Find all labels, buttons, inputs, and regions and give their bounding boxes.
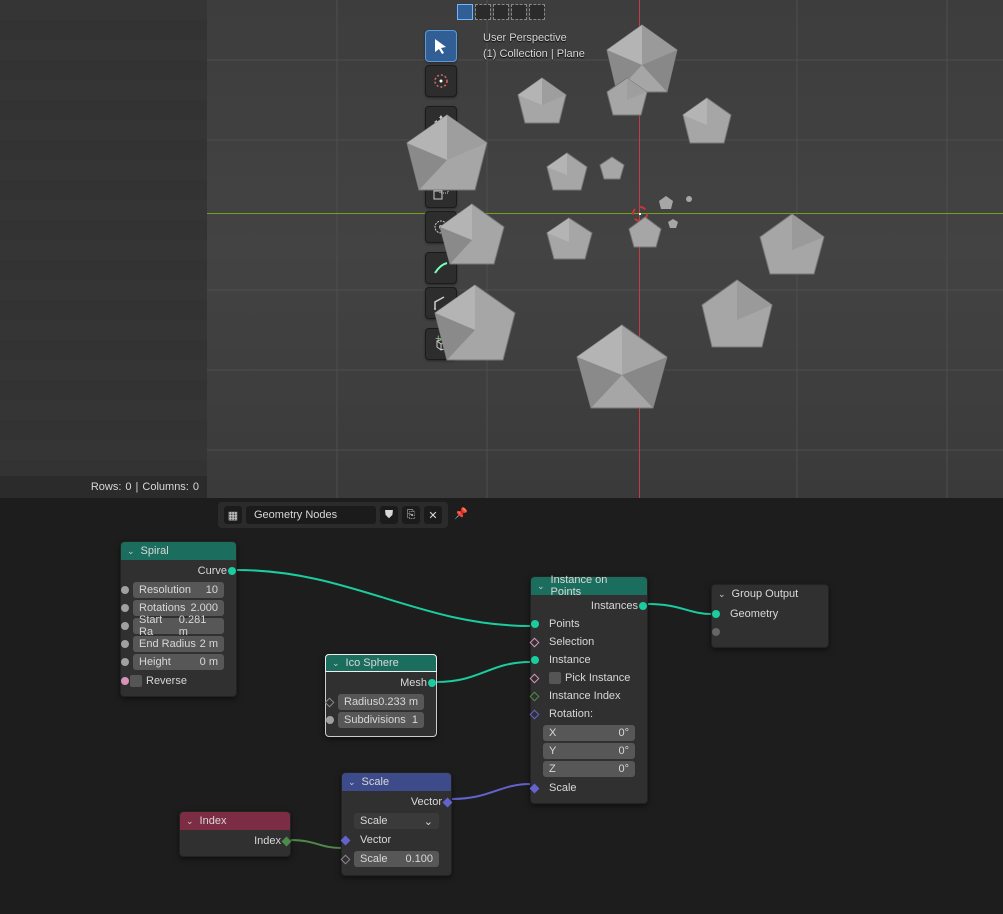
node-spiral[interactable]: ⌄Spiral Curve Resolution10 Rotations2.00… <box>120 541 237 697</box>
node-editor[interactable]: ▦ Geometry Nodes ⛊ ⎘ ✕ 📌 ⌄Spiral Curve R… <box>0 498 1003 914</box>
icosphere-mesh <box>542 150 592 200</box>
icosphere-mesh <box>677 95 737 155</box>
field-resolution[interactable]: Resolution10 <box>133 582 224 598</box>
node-scale[interactable]: ⌄Scale Vector Scale⌄ Vector Scale0.100 <box>341 772 452 876</box>
node-header: ⌄Index <box>180 812 290 830</box>
mode-3-icon[interactable] <box>493 4 509 20</box>
select-tool[interactable] <box>425 30 457 62</box>
mode-2-icon[interactable] <box>475 4 491 20</box>
icosphere-mesh <box>685 195 693 203</box>
browse-nodetree-icon[interactable]: ▦ <box>224 506 242 524</box>
field-start-radius[interactable]: Start Ra0.281 m <box>133 618 224 634</box>
icosphere-mesh <box>597 155 627 185</box>
icosphere-mesh <box>432 200 512 280</box>
pin-icon[interactable]: 📌 <box>454 507 468 520</box>
field-height[interactable]: Height0 m <box>133 654 224 670</box>
view-object-path: (1) Collection | Plane <box>483 46 585 62</box>
icosphere-mesh <box>425 280 525 380</box>
node-header: ⌄Group Output <box>712 585 828 603</box>
icosphere-mesh <box>567 320 677 430</box>
node-header: ⌄Scale <box>342 773 451 791</box>
icosphere-mesh <box>397 110 497 210</box>
node-header: ⌄Ico Sphere <box>325 654 437 672</box>
mode-5-icon[interactable] <box>529 4 545 20</box>
icosphere-mesh <box>602 75 652 125</box>
cursor-tool[interactable] <box>425 65 457 97</box>
unlink-icon[interactable]: ✕ <box>424 506 442 524</box>
mode-1-icon[interactable] <box>457 4 473 20</box>
field-scale[interactable]: Scale0.100 <box>354 851 439 867</box>
icosphere-mesh <box>542 215 597 270</box>
icosphere-mesh <box>752 210 832 290</box>
select-mode[interactable]: Scale⌄ <box>354 813 439 829</box>
cols-value: 0 <box>193 481 199 493</box>
mode-4-icon[interactable] <box>511 4 527 20</box>
icosphere-mesh <box>512 75 572 135</box>
icosphere-mesh <box>667 218 679 230</box>
selection-mode-toggles <box>457 4 545 20</box>
cols-label: Columns: <box>142 481 188 493</box>
icosphere-mesh <box>625 215 665 255</box>
node-ico-sphere[interactable]: ⌄Ico Sphere Mesh Radius0.233 m Subdivisi… <box>325 654 437 737</box>
nodetree-name[interactable]: Geometry Nodes <box>246 506 376 524</box>
status-bar: Rows: 0 | Columns: 0 <box>0 476 207 498</box>
field-end-radius[interactable]: End Radius2 m <box>133 636 224 652</box>
field-subdivisions[interactable]: Subdivisions1 <box>338 712 424 728</box>
checkbox-reverse[interactable]: Reverse <box>125 672 232 690</box>
x-axis <box>207 213 1003 214</box>
node-header: ⌄Instance on Points <box>531 577 647 595</box>
node-group-output[interactable]: ⌄Group Output Geometry <box>711 584 829 648</box>
node-editor-header: ▦ Geometry Nodes ⛊ ⎘ ✕ <box>218 502 448 528</box>
node-index[interactable]: ⌄Index Index <box>179 811 291 857</box>
viewport-info: User Perspective (1) Collection | Plane <box>483 30 585 62</box>
3d-viewport[interactable]: User Perspective (1) Collection | Plane … <box>207 0 1003 498</box>
view-perspective: User Perspective <box>483 30 585 46</box>
node-instance-on-points[interactable]: ⌄Instance on Points Instances Points Sel… <box>530 576 648 804</box>
icosphere-mesh <box>657 195 675 213</box>
rows-value: 0 <box>125 481 131 493</box>
duplicate-icon[interactable]: ⎘ <box>402 506 420 524</box>
field-radius[interactable]: Radius0.233 m <box>338 694 424 710</box>
node-header: ⌄Spiral <box>121 542 236 560</box>
rows-label: Rows: <box>91 481 122 493</box>
shield-icon[interactable]: ⛊ <box>380 506 398 524</box>
spreadsheet-panel: Rows: 0 | Columns: 0 <box>0 0 207 498</box>
